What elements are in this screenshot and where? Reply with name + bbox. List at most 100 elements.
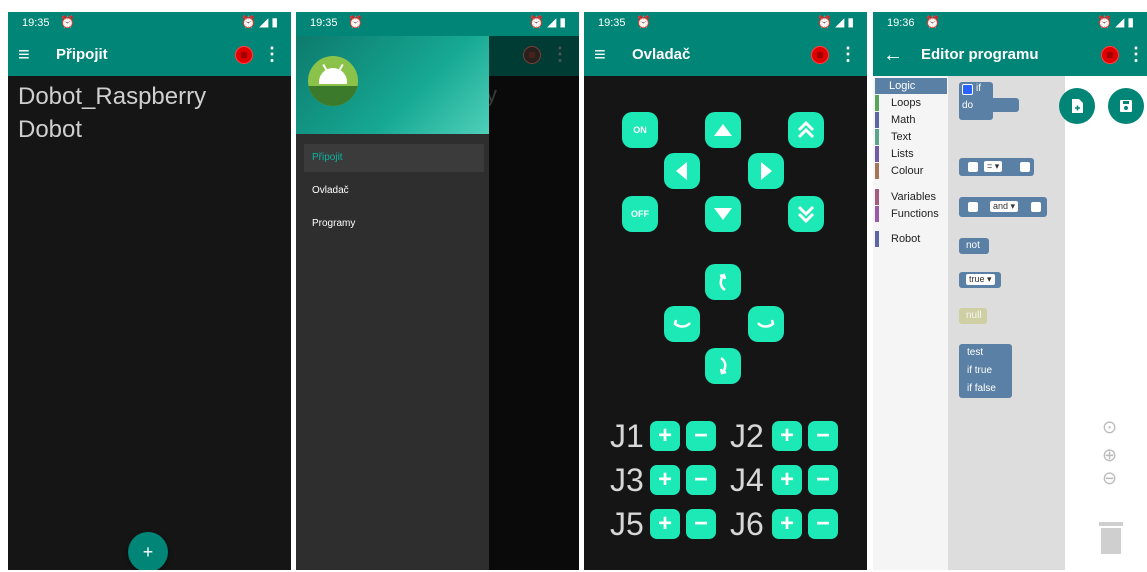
more-options-icon[interactable]: ⋮ <box>263 44 281 65</box>
zoom-in-icon[interactable]: ⊕ <box>1102 445 1117 466</box>
category-math[interactable]: Math <box>873 112 948 128</box>
stop-button[interactable] <box>1101 46 1119 64</box>
category-text[interactable]: Text <box>873 129 948 145</box>
category-logic[interactable]: Logic <box>873 78 948 94</box>
j3-plus-button[interactable]: + <box>650 465 680 495</box>
trash-icon[interactable] <box>1099 522 1123 554</box>
j2-plus-button[interactable]: + <box>772 421 802 451</box>
if-block[interactable]: if do <box>959 82 1019 120</box>
add-button[interactable]: + <box>128 532 168 570</box>
joint-label: J4 <box>730 462 764 498</box>
more-options-icon[interactable]: ⋮ <box>839 44 857 65</box>
signal-icon: ◢ <box>547 15 560 29</box>
signal-icon: ◢ <box>835 15 848 29</box>
back-arrow-icon[interactable]: ← <box>883 44 903 66</box>
j2-minus-button[interactable]: − <box>808 421 838 451</box>
rotate-right-button[interactable] <box>748 306 784 342</box>
down-arrow-button[interactable] <box>705 196 741 232</box>
j6-minus-button[interactable]: − <box>808 509 838 539</box>
double-chevron-up-icon <box>797 120 815 139</box>
signal-icon: ◢ <box>1115 15 1128 29</box>
j5-minus-button[interactable]: − <box>686 509 716 539</box>
left-arrow-button[interactable] <box>664 153 700 189</box>
alarm-icon: ⏰ <box>1097 15 1116 29</box>
alarm-icon: ⏰ <box>636 15 651 29</box>
stop-button[interactable] <box>811 46 829 64</box>
menu-icon[interactable]: ≡ <box>18 44 30 66</box>
alarm-icon: ⏰ <box>348 15 363 29</box>
category-robot[interactable]: Robot <box>873 231 948 247</box>
z-down-button[interactable] <box>788 196 824 232</box>
logic-op-dropdown[interactable]: and ▾ <box>990 201 1019 212</box>
j1-minus-button[interactable]: − <box>686 421 716 451</box>
boolean-block[interactable]: true ▾ <box>959 272 1001 288</box>
android-icon <box>308 56 358 106</box>
status-bar: 19:35 ⏰ ⏰◢▮ <box>296 12 579 36</box>
status-bar: 19:35 ⏰ ⏰◢▮ <box>8 12 291 36</box>
operator-dropdown[interactable]: = ▾ <box>984 161 1003 172</box>
alarm-icon: ⏰ <box>817 15 836 29</box>
system-icons: ⏰◢▮ <box>817 15 857 29</box>
category-lists[interactable]: Lists <box>873 146 948 162</box>
file-add-icon <box>1072 99 1083 113</box>
boolean-dropdown[interactable]: true ▾ <box>966 274 995 285</box>
triangle-down-icon <box>714 208 732 220</box>
category-colour[interactable]: Colour <box>873 163 948 179</box>
system-icons: ⏰◢▮ <box>241 15 281 29</box>
zoom-out-icon[interactable]: ⊖ <box>1102 468 1117 489</box>
ternary-block[interactable]: test if true if false <box>959 344 1012 398</box>
off-button[interactable]: OFF <box>622 196 658 232</box>
stop-button <box>523 46 541 64</box>
drawer-item-programs[interactable]: Programy <box>304 210 484 238</box>
do-label: do <box>962 100 974 111</box>
null-block[interactable]: null <box>959 308 987 324</box>
new-file-button[interactable] <box>1059 88 1095 124</box>
compare-block[interactable]: = ▾ <box>959 158 1034 176</box>
j1-plus-button[interactable]: + <box>650 421 680 451</box>
up-arrow-button[interactable] <box>705 112 741 148</box>
alarm-icon: ⏰ <box>60 15 75 29</box>
z-up-button[interactable] <box>788 112 824 148</box>
and-block[interactable]: and ▾ <box>959 197 1047 217</box>
status-bar: 19:36 ⏰ ⏰◢▮ <box>873 12 1147 36</box>
not-label: not <box>966 240 980 251</box>
battery-icon: ▮ <box>559 15 569 29</box>
j5-plus-button[interactable]: + <box>650 509 680 539</box>
more-options-icon[interactable]: ⋮ <box>1127 44 1145 65</box>
right-arrow-button[interactable] <box>748 153 784 189</box>
page-title: Ovladač <box>632 46 691 63</box>
device-item[interactable]: Dobot <box>18 113 206 146</box>
triangle-left-icon <box>676 162 687 180</box>
j6-plus-button[interactable]: + <box>772 509 802 539</box>
category-loops[interactable]: Loops <box>873 95 948 111</box>
category-variables[interactable]: Variables <box>873 189 948 205</box>
j4-minus-button[interactable]: − <box>808 465 838 495</box>
drawer-item-controller[interactable]: Ovladač <box>304 177 484 205</box>
curved-arrow-up-icon <box>719 273 727 292</box>
battery-icon: ▮ <box>847 15 857 29</box>
rotate-down-button[interactable] <box>705 348 741 384</box>
signal-icon: ◢ <box>259 15 272 29</box>
drawer-item-connect[interactable]: Připojit <box>304 144 484 172</box>
not-block[interactable]: not <box>959 238 989 254</box>
curved-arrow-down-icon <box>719 356 727 375</box>
category-functions[interactable]: Functions <box>873 206 948 222</box>
center-icon[interactable]: ⊙ <box>1102 417 1117 438</box>
screen-drawer: ⋮ y 19:35 ⏰ ⏰◢▮ Připojit Ovladač Program… <box>296 12 579 570</box>
menu-icon[interactable]: ≡ <box>594 44 606 66</box>
system-icons: ⏰◢▮ <box>1097 15 1137 29</box>
screen-controller: 19:35 ⏰ ⏰◢▮ ≡ Ovladač ⋮ ON OFF J1 + − J2… <box>584 12 867 570</box>
joint-label: J6 <box>730 506 764 542</box>
on-button[interactable]: ON <box>622 112 658 148</box>
j3-minus-button[interactable]: − <box>686 465 716 495</box>
rotate-up-button[interactable] <box>705 264 741 300</box>
if-label: if <box>976 83 981 94</box>
alarm-icon: ⏰ <box>529 15 548 29</box>
floppy-icon <box>1120 100 1132 112</box>
device-item[interactable]: Dobot_Raspberry <box>18 80 206 113</box>
j4-plus-button[interactable]: + <box>772 465 802 495</box>
save-button[interactable] <box>1108 88 1144 124</box>
block-flyout: if do = ▾ and ▾ not true ▾ null test if … <box>948 76 1065 570</box>
stop-button[interactable] <box>235 46 253 64</box>
rotate-left-button[interactable] <box>664 306 700 342</box>
